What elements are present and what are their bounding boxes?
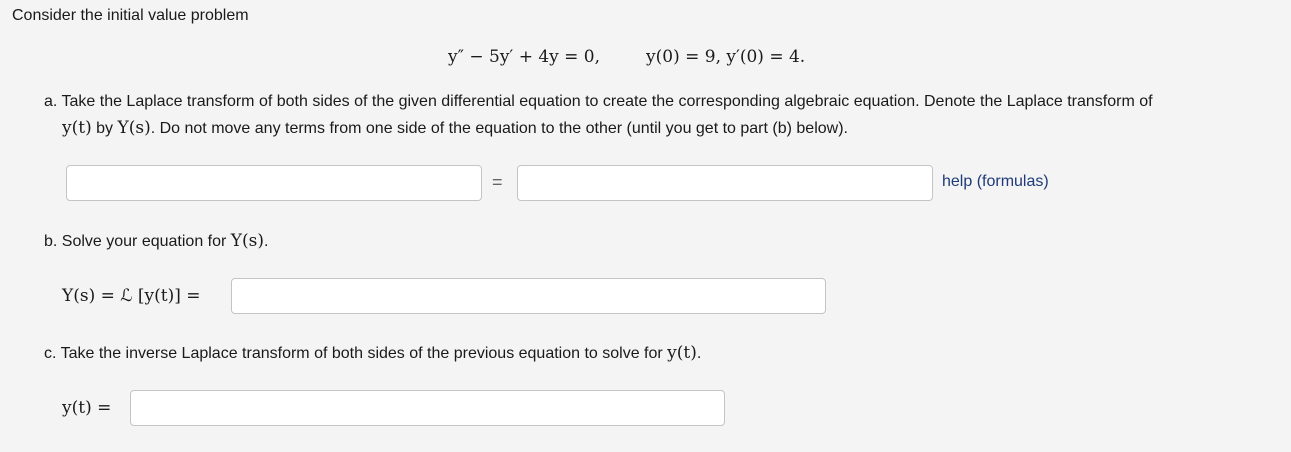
equals-sign: = (492, 172, 503, 192)
Y-of-s-input[interactable] (231, 278, 826, 314)
problem-intro: Consider the initial value problem (12, 7, 249, 24)
help-formulas-link[interactable]: help (formulas) (942, 173, 1049, 191)
math-y-of-t: y(t) (62, 118, 92, 138)
part-b-instructions: b. Solve your equation for Y(s). (44, 231, 268, 251)
ivp-equation: y″ − 5y′ + 4y = 0, y(0) = 9, y′(0) = 4. (448, 47, 805, 67)
part-a-instructions-line1: a. Take the Laplace transform of both si… (44, 93, 1153, 110)
ode-equation: y″ − 5y′ + 4y = 0, (448, 47, 601, 67)
math-Y-of-s: Y(s) (230, 231, 264, 251)
initial-conditions: y(0) = 9, y′(0) = 4. (646, 47, 806, 67)
part-c-period: . (696, 345, 702, 362)
part-a-instructions-line2: y(t) by Y(s). Do not move any terms from… (62, 118, 848, 138)
part-c-instructions: c. Take the inverse Laplace transform of… (44, 343, 701, 363)
laplace-rhs-input[interactable] (517, 165, 933, 201)
text-by: by (91, 120, 118, 137)
part-b-period: . (264, 233, 269, 250)
y-of-t-input[interactable] (130, 390, 725, 426)
text-instructions-rest: . Do not move any terms from one side of… (150, 120, 848, 137)
y-of-t-label: y(t) = (62, 398, 112, 418)
math-y-of-t: y(t) (667, 343, 697, 363)
part-c-text: c. Take the inverse Laplace transform of… (44, 345, 668, 362)
laplace-lhs-input[interactable] (66, 165, 482, 201)
part-b-text: b. Solve your equation for (44, 233, 231, 250)
math-Y-of-s: Y(s) (117, 118, 151, 138)
Y-of-s-label: Y(s) = ℒ [y(t)] = (62, 286, 201, 306)
